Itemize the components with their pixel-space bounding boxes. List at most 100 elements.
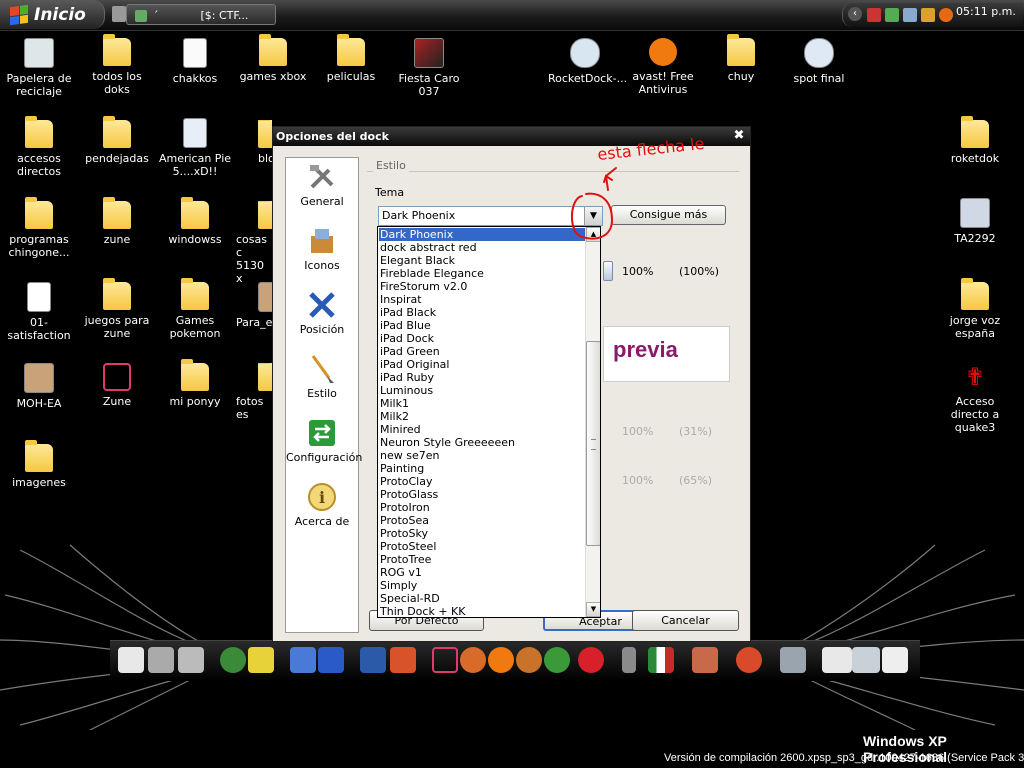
theme-option[interactable]: ProtoTree: [380, 553, 431, 566]
tray-volume-icon[interactable]: [921, 8, 935, 22]
desktop-icon-folder[interactable]: cosas c 5130 x: [236, 201, 272, 285]
theme-option[interactable]: dock abstract red: [380, 241, 477, 254]
cancel-button[interactable]: Cancelar: [632, 610, 739, 631]
desktop-icon-installer[interactable]: RocketDock-...: [548, 38, 627, 85]
desktop-icon-box[interactable]: Para_e: [236, 282, 272, 329]
dock-word-icon[interactable]: [360, 647, 386, 673]
dock-powerpoint-icon[interactable]: [390, 647, 416, 673]
tray-network-icon[interactable]: [867, 8, 881, 22]
theme-option[interactable]: Neuron Style Greeeeeen: [380, 436, 515, 449]
theme-option[interactable]: ProtoSteel: [380, 540, 436, 553]
taskbar-item-ctf[interactable]: ´ [$: CTF...: [126, 4, 276, 25]
desktop-icon-folder[interactable]: jorge voz españa: [938, 278, 1012, 340]
desktop-icon-box[interactable]: MOH-EA: [2, 363, 76, 410]
theme-option[interactable]: ROG v1: [380, 566, 422, 579]
theme-option[interactable]: iPad Black: [380, 306, 436, 319]
theme-option[interactable]: Special-RD: [380, 592, 440, 605]
dock-map-icon[interactable]: [852, 647, 880, 673]
dock-phone-icon[interactable]: [622, 647, 636, 673]
scroll-down-icon[interactable]: ▼: [586, 602, 600, 617]
theme-option[interactable]: Thin Dock + KK: [380, 605, 465, 617]
desktop-icon-folder[interactable]: zune: [80, 197, 154, 246]
category-iconos[interactable]: Iconos: [286, 226, 358, 272]
desktop-icon-folder[interactable]: peliculas: [314, 34, 388, 83]
theme-option[interactable]: FireStorum v2.0: [380, 280, 467, 293]
desktop-icon-folder[interactable]: mi ponyy: [158, 359, 232, 408]
start-button[interactable]: Inicio: [0, 0, 105, 29]
dock-window-icon[interactable]: [822, 647, 852, 673]
dock-opera-icon[interactable]: [578, 647, 604, 673]
desktop-icon-mp3-file[interactable]: 01-satisfaction: [2, 282, 76, 342]
desktop-icon-zune[interactable]: Zune: [80, 363, 154, 408]
dock-mexico-icon[interactable]: [648, 647, 674, 673]
dock-ccleaner-icon[interactable]: [736, 647, 762, 673]
dock-firefox-icon[interactable]: [460, 647, 486, 673]
tray-tools-icon[interactable]: [885, 8, 899, 22]
desktop-icon-folder[interactable]: programas chingone...: [2, 197, 76, 259]
dock-game-icon[interactable]: [516, 647, 542, 673]
dock-psp-icon[interactable]: [318, 647, 344, 673]
desktop-icon-document[interactable]: chakkos: [158, 38, 232, 85]
dropdown-scrollbar[interactable]: ▲ ▼: [585, 227, 600, 617]
desktop-icon-folder[interactable]: juegos para zune: [80, 278, 154, 340]
desktop-icon-folder[interactable]: Games pokemon: [158, 278, 232, 340]
theme-option[interactable]: iPad Green: [380, 345, 440, 358]
theme-option[interactable]: Fireblade Elegance: [380, 267, 484, 280]
dock-star-icon[interactable]: [248, 647, 274, 673]
theme-option[interactable]: Dark Phoenix: [379, 228, 585, 241]
theme-option[interactable]: Minired: [380, 423, 421, 436]
theme-option[interactable]: iPad Blue: [380, 319, 431, 332]
dock-avast-icon[interactable]: [488, 647, 514, 673]
tray-expand-icon[interactable]: ‹: [848, 7, 862, 21]
theme-option[interactable]: iPad Ruby: [380, 371, 434, 384]
category-estilo[interactable]: Estilo: [286, 354, 358, 400]
theme-option[interactable]: Simply: [380, 579, 417, 592]
theme-option[interactable]: Milk2: [380, 410, 409, 423]
opacity-slider-thumb[interactable]: [603, 261, 613, 281]
desktop-icon-avast[interactable]: avast! Free Antivirus: [626, 38, 700, 96]
theme-option[interactable]: Milk1: [380, 397, 409, 410]
dock-recycle-bin-icon[interactable]: [780, 647, 806, 673]
tray-avast-icon[interactable]: [939, 8, 953, 22]
desktop-icon-media[interactable]: spot final: [782, 38, 856, 85]
dock-desktop-icon[interactable]: [882, 647, 908, 673]
category-configuracion[interactable]: Configuración: [286, 418, 362, 464]
theme-option[interactable]: Luminous: [380, 384, 433, 397]
desktop-icon-folder[interactable]: todos los doks: [80, 34, 154, 96]
desktop-icon-quake[interactable]: ✟ Acceso directo a quake3: [938, 363, 1012, 434]
dock-notepad-icon[interactable]: [118, 647, 144, 673]
dock-globe-icon[interactable]: [220, 647, 246, 673]
theme-option[interactable]: Painting: [380, 462, 424, 475]
dock-pen-icon[interactable]: [178, 647, 204, 673]
desktop-icon-folder[interactable]: blo: [236, 120, 272, 165]
desktop-icon-computer[interactable]: TA2292: [938, 198, 1012, 245]
dock-building-icon[interactable]: [692, 647, 718, 673]
desktop-icon-folder[interactable]: imagenes: [2, 440, 76, 489]
desktop-icon-folder[interactable]: chuy: [704, 34, 778, 83]
desktop-icon-folder[interactable]: accesos directos: [2, 116, 76, 178]
desktop-icon-folder[interactable]: windowss: [158, 197, 232, 246]
clock[interactable]: 05:11 p.m.: [956, 4, 1016, 20]
theme-option[interactable]: Inspirat: [380, 293, 422, 306]
theme-option[interactable]: ProtoGlass: [380, 488, 438, 501]
category-posicion[interactable]: Posición: [286, 290, 358, 336]
scroll-thumb[interactable]: [586, 341, 600, 546]
dock-chrome-icon[interactable]: [544, 647, 570, 673]
category-general[interactable]: General: [286, 162, 358, 208]
category-acerca-de[interactable]: i Acerca de: [286, 482, 358, 528]
dock-tools-icon[interactable]: [148, 647, 174, 673]
quicklaunch-icon[interactable]: [112, 6, 126, 22]
dock-zune-icon[interactable]: [432, 647, 458, 673]
theme-option[interactable]: iPad Original: [380, 358, 449, 371]
tray-messenger-icon[interactable]: [903, 8, 917, 22]
desktop-icon-folder[interactable]: roketdok: [938, 116, 1012, 165]
theme-option[interactable]: ProtoSky: [380, 527, 428, 540]
desktop-icon-folder[interactable]: games xbox: [236, 34, 310, 83]
desktop-icon-image[interactable]: Fiesta Caro 037: [392, 38, 466, 98]
desktop-icon-folder[interactable]: pendejadas: [80, 116, 154, 165]
desktop-icon-recycle-bin[interactable]: Papelera de reciclaje: [2, 38, 76, 98]
desktop-icon-folder[interactable]: fotos es: [236, 363, 272, 421]
theme-option[interactable]: ProtoIron: [380, 501, 430, 514]
theme-option[interactable]: ProtoClay: [380, 475, 432, 488]
theme-option[interactable]: ProtoSea: [380, 514, 429, 527]
